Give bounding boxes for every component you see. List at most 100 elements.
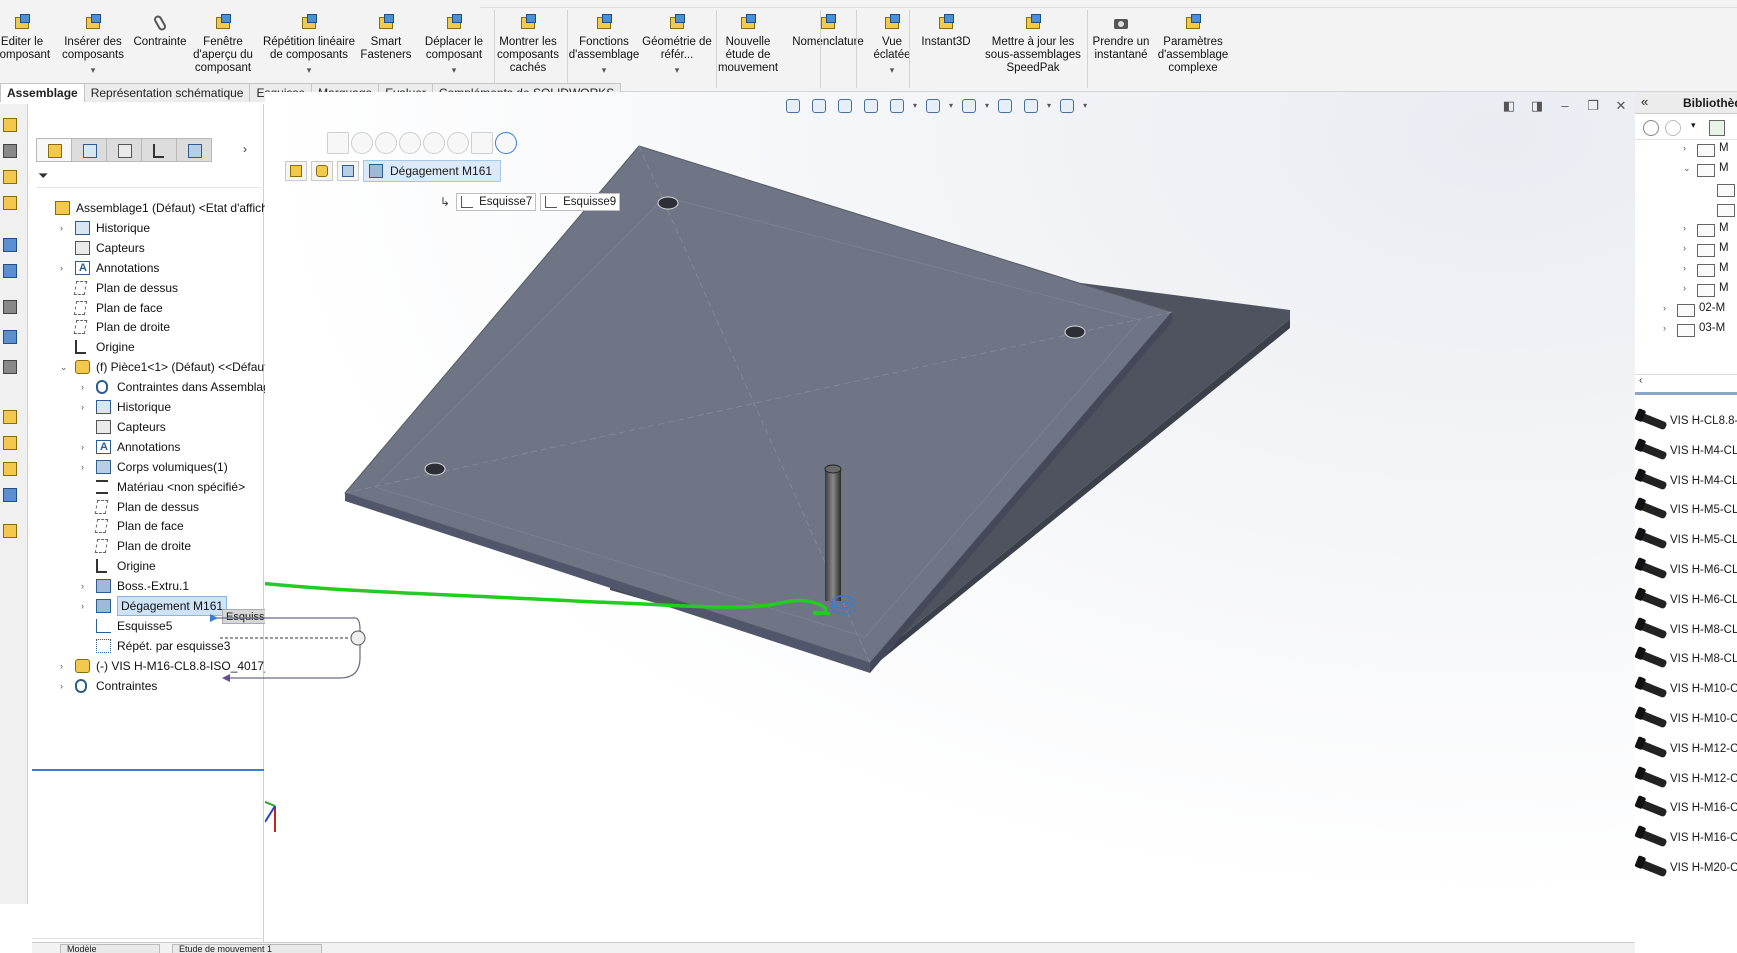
library-folder[interactable]: › 03-M bbox=[1663, 320, 1737, 340]
add-to-library-icon[interactable] bbox=[1709, 120, 1725, 136]
zoom-to-fit-icon[interactable] bbox=[783, 96, 803, 114]
library-folder[interactable] bbox=[1703, 200, 1737, 220]
previous-view-icon[interactable] bbox=[835, 96, 855, 114]
library-folder[interactable]: › M bbox=[1683, 260, 1737, 280]
ribbon-button[interactable]: Fonctions d'assemblage ▾ bbox=[565, 14, 643, 77]
motion-study-icon[interactable] bbox=[3, 300, 17, 314]
dynamic-annotation-icon[interactable] bbox=[887, 96, 907, 114]
library-split-divider[interactable] bbox=[1635, 392, 1737, 395]
ribbon-button[interactable]: Paramètres d'assemblage complexe bbox=[1148, 14, 1238, 75]
display-style-icon[interactable] bbox=[923, 96, 943, 114]
ribbon-button[interactable]: Mettre à jour les sous-assemblages Speed… bbox=[979, 14, 1087, 75]
library-part-item[interactable]: VIS H-M16-C bbox=[1636, 826, 1737, 856]
library-horizontal-scrollbar[interactable]: ‹ bbox=[1635, 374, 1737, 388]
ribbon-dropdown-icon[interactable]: ▾ bbox=[58, 64, 128, 77]
ribbon-dropdown-icon[interactable]: ▾ bbox=[255, 64, 363, 77]
breadcrumb-current-feature[interactable]: Dégagement M161 bbox=[363, 160, 502, 182]
history-dropdown-icon[interactable]: ▾ bbox=[1691, 120, 1696, 131]
restore-icon[interactable]: ❐ bbox=[1584, 98, 1602, 114]
expand-icon[interactable]: › bbox=[81, 576, 84, 596]
library-part-item[interactable]: VIS H-M8-CL bbox=[1636, 618, 1737, 648]
ribbon-button[interactable]: Contrainte bbox=[127, 14, 193, 49]
ribbon-button[interactable]: Fenêtre d'aperçu du composant bbox=[193, 14, 253, 75]
section-view-icon[interactable] bbox=[861, 96, 881, 114]
assembly-icon[interactable] bbox=[3, 170, 17, 184]
ribbon-dropdown-icon[interactable]: ▾ bbox=[642, 64, 712, 77]
scroll-left-icon[interactable]: ‹ bbox=[1639, 375, 1642, 386]
model-viewport[interactable] bbox=[265, 92, 1635, 942]
hole-right[interactable] bbox=[1064, 325, 1086, 339]
expand-icon[interactable]: › bbox=[60, 676, 63, 696]
tile-left-icon[interactable]: ◧ bbox=[1500, 98, 1518, 114]
rollback-bar[interactable] bbox=[32, 769, 264, 771]
library-folder[interactable]: › M bbox=[1683, 140, 1737, 160]
expand-icon[interactable]: › bbox=[1683, 143, 1686, 153]
tab-property-manager[interactable] bbox=[71, 138, 107, 162]
library-part-item[interactable]: VIS H-M12-C bbox=[1636, 767, 1737, 797]
mate-icon[interactable] bbox=[3, 144, 17, 158]
reference-geometry-icon[interactable] bbox=[3, 264, 17, 278]
hide-show-items-icon[interactable] bbox=[959, 96, 979, 114]
bolt-shank[interactable] bbox=[825, 469, 841, 601]
hole-top[interactable] bbox=[657, 196, 679, 210]
filter-planes-icon[interactable] bbox=[423, 132, 445, 154]
filter-arrow-icon[interactable] bbox=[327, 132, 349, 154]
library-folder[interactable]: › 02-M bbox=[1663, 300, 1737, 320]
view-settings-dropdown[interactable]: ▾ bbox=[1083, 101, 1087, 110]
collapse-task-pane-icon[interactable]: « bbox=[1641, 94, 1648, 109]
minimize-icon[interactable]: – bbox=[1556, 98, 1574, 114]
expand-icon[interactable]: › bbox=[1683, 243, 1686, 253]
pattern-icon[interactable] bbox=[3, 196, 17, 210]
panel-tabs-more-arrow[interactable]: › bbox=[243, 142, 247, 156]
library-part-item[interactable]: VIS H-M5-CL bbox=[1636, 498, 1737, 528]
expand-icon[interactable]: › bbox=[1683, 223, 1686, 233]
library-part-item[interactable]: VIS H-M10-C bbox=[1636, 677, 1737, 707]
filter-vertices-icon[interactable] bbox=[399, 132, 421, 154]
library-folder[interactable]: › M bbox=[1683, 280, 1737, 300]
ribbon-button[interactable]: Déplacer le composant ▾ bbox=[421, 14, 487, 77]
filter-faces-icon[interactable] bbox=[375, 132, 397, 154]
assembly-feature-icon[interactable] bbox=[3, 238, 17, 252]
bottom-tab[interactable]: Modèle bbox=[60, 944, 160, 953]
expand-icon[interactable]: › bbox=[81, 437, 84, 457]
edit-appearance-icon[interactable] bbox=[995, 96, 1015, 114]
filter-sketch-icon[interactable] bbox=[471, 132, 493, 154]
expand-icon[interactable]: › bbox=[60, 656, 63, 676]
ribbon-button[interactable]: Instant3D bbox=[915, 14, 977, 49]
instant3d-icon[interactable] bbox=[3, 488, 17, 502]
hole-left[interactable] bbox=[424, 462, 446, 476]
settings-icon[interactable] bbox=[3, 524, 17, 538]
library-part-item[interactable]: VIS H-M10-C bbox=[1636, 707, 1737, 737]
breadcrumb-sketch-item[interactable]: Esquisse9 bbox=[540, 193, 621, 211]
ribbon-button[interactable]: Editer le composant bbox=[0, 14, 55, 62]
view-orientation-dropdown[interactable]: ▾ bbox=[913, 101, 917, 110]
ribbon-button[interactable]: Montrer les composants cachés bbox=[493, 14, 563, 75]
forward-icon[interactable] bbox=[1665, 120, 1681, 136]
view-settings-icon[interactable] bbox=[1057, 96, 1077, 114]
collapse-icon[interactable]: ⌄ bbox=[60, 357, 68, 377]
library-folder[interactable]: › M bbox=[1683, 240, 1737, 260]
filter-axes-icon[interactable] bbox=[447, 132, 469, 154]
tab-feature-manager[interactable] bbox=[36, 138, 72, 162]
tab-display-manager[interactable] bbox=[176, 138, 212, 162]
breadcrumb-part[interactable] bbox=[337, 161, 359, 181]
back-icon[interactable] bbox=[1643, 120, 1659, 136]
bom-icon[interactable] bbox=[3, 330, 17, 344]
library-part-item[interactable]: VIS H-M20-C bbox=[1636, 856, 1737, 886]
ribbon-dropdown-icon[interactable]: ▾ bbox=[866, 64, 918, 77]
ribbon-button[interactable]: Insérer des composants ▾ bbox=[58, 14, 128, 77]
scene-dropdown[interactable]: ▾ bbox=[1047, 101, 1051, 110]
library-part-item[interactable]: VIS H-CL8.8- bbox=[1636, 409, 1737, 439]
ribbon-button[interactable]: Vue éclatée ▾ bbox=[866, 14, 918, 77]
ribbon-button[interactable]: Prendre un instantané bbox=[1090, 14, 1152, 62]
library-part-item[interactable]: VIS H-M6-CL bbox=[1636, 558, 1737, 588]
library-part-item[interactable]: VIS H-M5-CL bbox=[1636, 528, 1737, 558]
apply-scene-icon[interactable] bbox=[1021, 96, 1041, 114]
breadcrumb-subassembly[interactable] bbox=[311, 161, 333, 181]
bottom-tab[interactable]: Etude de mouvement 1 bbox=[172, 944, 322, 953]
expand-icon[interactable]: › bbox=[81, 397, 84, 417]
ribbon-dropdown-icon[interactable]: ▾ bbox=[421, 64, 487, 77]
library-folder[interactable]: › M bbox=[1683, 220, 1737, 240]
zoom-to-area-icon[interactable] bbox=[809, 96, 829, 114]
library-part-item[interactable]: VIS H-M6-CL bbox=[1636, 588, 1737, 618]
